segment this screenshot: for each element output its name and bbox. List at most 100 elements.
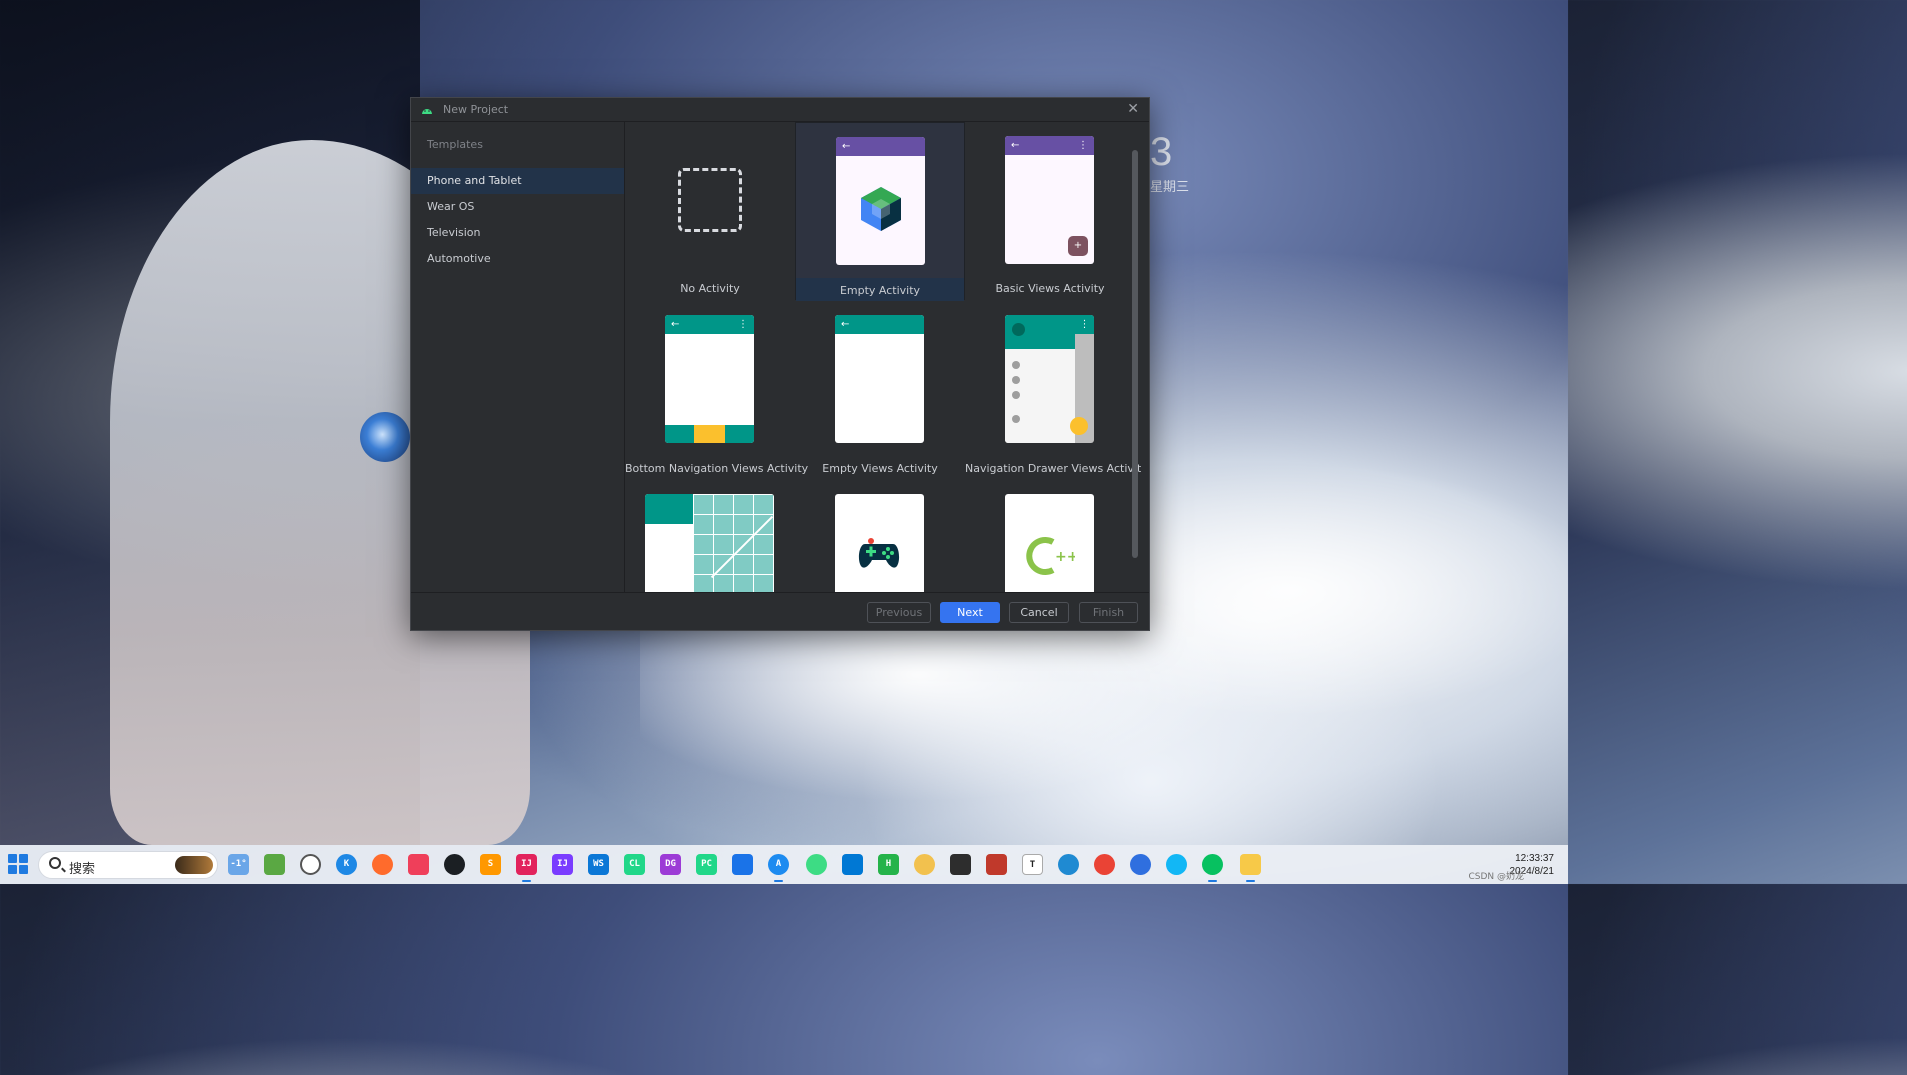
taskbar-search[interactable]: 搜索	[38, 851, 218, 879]
template-basic-views-activity[interactable]: ← ⋮ + Basic Views Activity	[965, 122, 1135, 300]
sublime-icon[interactable]: S	[480, 854, 501, 875]
diagonal-line	[710, 515, 774, 579]
list-header	[645, 494, 693, 524]
cloud-icon[interactable]	[732, 854, 753, 875]
template-label: No Activity	[680, 282, 740, 295]
phone-preview: ++	[1005, 494, 1094, 592]
fab-icon: +	[1068, 236, 1088, 256]
drawer-item-dot	[1012, 391, 1020, 399]
photos-icon[interactable]	[986, 854, 1007, 875]
app-bar: ←	[836, 137, 925, 156]
finish-button[interactable]: Finish	[1079, 602, 1138, 623]
gamepad-icon	[858, 538, 900, 568]
back-arrow-icon: ←	[1011, 140, 1020, 151]
weather-icon[interactable]: -1°	[228, 854, 249, 875]
typora-icon[interactable]: T	[1022, 854, 1043, 875]
appstore-icon[interactable]: A	[768, 854, 789, 882]
dialog-titlebar[interactable]: New Project ✕	[411, 98, 1149, 122]
template-native-cpp[interactable]: ++	[965, 480, 1135, 592]
templates-sidebar: Templates Phone and Tablet Wear OS Telev…	[411, 122, 625, 592]
qq-icon[interactable]	[1166, 854, 1187, 875]
phone-preview: ⋮	[1005, 315, 1094, 443]
template-navigation-drawer-views-activity[interactable]: ⋮ Navigation Drawer Views Activity	[965, 301, 1141, 479]
github-icon[interactable]	[444, 854, 465, 875]
phone-preview: ←	[835, 315, 924, 443]
template-no-activity[interactable]: No Activity	[625, 122, 795, 300]
desktop-clock-digit: 3	[1150, 130, 1173, 174]
wechat-icon[interactable]	[1202, 854, 1223, 882]
pocket-icon[interactable]	[408, 854, 429, 875]
template-responsive-views-activity[interactable]	[625, 480, 795, 592]
chatgpt-icon[interactable]	[914, 854, 935, 875]
kugou-icon[interactable]: K	[336, 854, 357, 875]
template-label: Empty Views Activity	[822, 462, 938, 475]
windows-start-icon[interactable]	[8, 854, 28, 874]
notes-icon[interactable]	[264, 854, 285, 875]
weather-badge: -1°	[230, 859, 247, 869]
clock-time: 12:33:37	[1515, 853, 1554, 864]
sidebar-item-television[interactable]: Television	[411, 220, 624, 246]
phone-preview: ← ⋮ +	[1005, 136, 1094, 264]
messenger-icon[interactable]	[1130, 854, 1151, 875]
chrome-icon[interactable]	[1094, 854, 1115, 875]
sidebar-item-phone-and-tablet[interactable]: Phone and Tablet	[411, 168, 624, 194]
close-icon[interactable]: ✕	[1127, 101, 1139, 117]
drawer-item-dot	[1012, 415, 1020, 423]
browser-360-icon[interactable]	[300, 854, 321, 875]
drawer-item-dot	[1012, 376, 1020, 384]
previous-button[interactable]: Previous	[867, 602, 931, 623]
sidebar-item-wear-os[interactable]: Wear OS	[411, 194, 624, 220]
taskbar: 搜索 -1° K S IJ IJ WS CL DG PC A H T 12:33…	[0, 845, 1568, 884]
back-arrow-icon: ←	[841, 319, 850, 330]
android-studio-icon[interactable]	[806, 854, 827, 875]
detail-grid	[693, 494, 774, 592]
edge-icon[interactable]	[1058, 854, 1079, 875]
app-bar: ← ⋮	[665, 315, 754, 334]
templates-gallery: No Activity ← Empty Activity ← ⋮ + Basic…	[625, 122, 1141, 592]
gallery-scrollbar[interactable]	[1132, 150, 1138, 558]
datagrip-icon[interactable]: DG	[660, 854, 681, 875]
vscode-icon[interactable]	[842, 854, 863, 875]
phone-preview: ← ⋮	[665, 315, 754, 443]
dialog-title: New Project	[443, 103, 509, 116]
next-button[interactable]: Next	[940, 602, 1000, 623]
bottom-nav-bar	[665, 425, 754, 443]
template-bottom-navigation-views-activity[interactable]: ← ⋮ Bottom Navigation Views Activity	[625, 301, 808, 479]
intellij-icon[interactable]: IJ	[516, 854, 537, 882]
overflow-menu-icon: ⋮	[738, 319, 748, 330]
overflow-menu-icon: ⋮	[1075, 315, 1094, 334]
webstorm-icon[interactable]: WS	[588, 854, 609, 875]
sidebar-item-automotive[interactable]: Automotive	[411, 246, 624, 272]
clion-icon[interactable]: CL	[624, 854, 645, 875]
app-bar: ←	[835, 315, 924, 334]
template-empty-views-activity[interactable]: ← Empty Views Activity	[795, 301, 965, 479]
android-icon	[422, 109, 432, 114]
search-highlight-art	[175, 856, 213, 874]
overflow-menu-icon: ⋮	[1078, 140, 1088, 151]
terminal-icon[interactable]	[950, 854, 971, 875]
new-project-dialog: New Project ✕ Templates Phone and Tablet…	[410, 97, 1150, 631]
desktop-clock-widget: 3 星期三	[1150, 130, 1189, 195]
template-label: Basic Views Activity	[995, 282, 1105, 295]
tablet-preview	[645, 494, 774, 592]
drawer-panel	[1005, 315, 1075, 443]
watermark-text: CSDN @奶龙	[1468, 872, 1524, 882]
search-placeholder: 搜索	[69, 862, 96, 877]
bottom-nav-selected	[694, 425, 725, 443]
folder-icon[interactable]	[1240, 854, 1261, 882]
back-arrow-icon: ←	[842, 141, 851, 152]
drawer-header	[1005, 315, 1075, 349]
pycharm-icon[interactable]: PC	[696, 854, 717, 875]
desktop-weekday: 星期三	[1150, 179, 1190, 194]
cancel-button[interactable]: Cancel	[1009, 602, 1069, 623]
hbuilder-icon[interactable]: H	[878, 854, 899, 875]
template-empty-activity[interactable]: ← Empty Activity	[795, 122, 965, 301]
intellij-ce-icon[interactable]: IJ	[552, 854, 573, 875]
fab-icon	[1070, 417, 1088, 435]
template-game-activity[interactable]	[795, 480, 965, 592]
pen-icon[interactable]	[372, 854, 393, 875]
back-arrow-icon: ←	[671, 319, 680, 330]
phone-preview	[835, 494, 924, 592]
dialog-footer: Previous Next Cancel Finish	[411, 592, 1149, 630]
app-bar: ← ⋮	[1005, 136, 1094, 155]
